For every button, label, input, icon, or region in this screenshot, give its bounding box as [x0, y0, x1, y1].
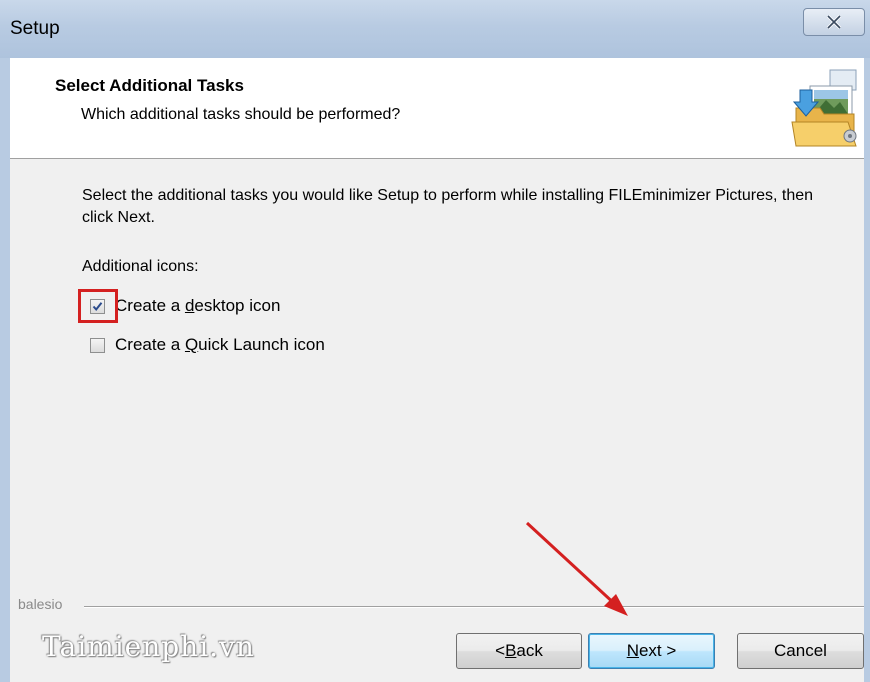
- title-bar[interactable]: Setup: [0, 0, 870, 58]
- install-folder-icon: [791, 69, 857, 147]
- checkbox-highlight-box: [78, 289, 118, 323]
- wizard-body: Select the additional tasks you would li…: [10, 159, 864, 682]
- wizard-header: Select Additional Tasks Which additional…: [10, 58, 864, 159]
- window-title: Setup: [10, 18, 60, 39]
- task-description: Select the additional tasks you would li…: [82, 187, 814, 226]
- window-frame-right: [864, 58, 870, 682]
- quick-launch-label: Create a Quick Launch icon: [115, 335, 325, 354]
- close-icon: [826, 15, 842, 29]
- quick-launch-checkbox[interactable]: [90, 337, 105, 353]
- desktop-icon-option[interactable]: Create a desktop icon: [90, 294, 280, 318]
- close-button[interactable]: [803, 8, 865, 36]
- desktop-icon-label: Create a desktop icon: [115, 296, 281, 315]
- page-title: Select Additional Tasks: [55, 76, 244, 95]
- quick-launch-option[interactable]: Create a Quick Launch icon: [90, 333, 325, 357]
- setup-window: Setup Select Additional Tasks Which addi…: [0, 0, 870, 682]
- window-frame-left: [0, 58, 10, 682]
- back-button[interactable]: < Back: [456, 633, 582, 669]
- watermark: Taimienphi.vn: [42, 630, 255, 663]
- page-subtitle: Which additional tasks should be perform…: [81, 106, 401, 123]
- additional-icons-label: Additional icons:: [82, 258, 199, 275]
- footer-separator: [84, 606, 864, 608]
- next-button[interactable]: Next >: [588, 633, 715, 669]
- cancel-button[interactable]: Cancel: [737, 633, 864, 669]
- brand-label: balesio: [18, 596, 63, 612]
